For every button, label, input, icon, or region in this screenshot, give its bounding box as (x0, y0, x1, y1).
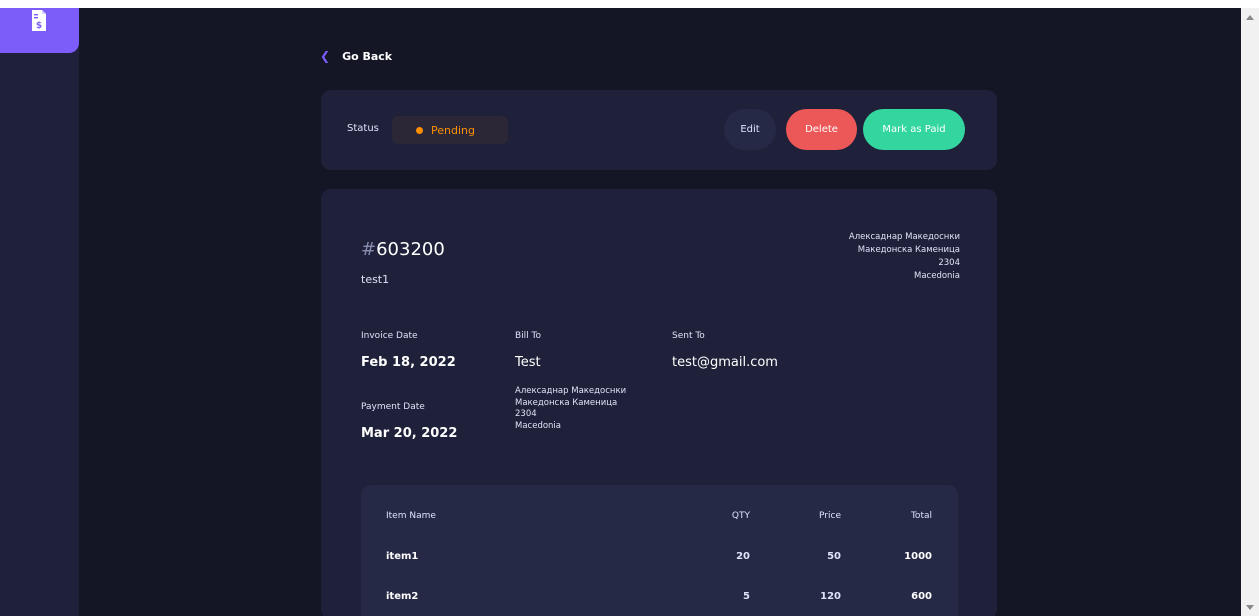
status-label: Status (347, 123, 379, 134)
item-total: 1000 (904, 551, 932, 562)
client-address: Алексаднар Македоснки Македонска Камениц… (515, 386, 675, 432)
client-address-street: Македонска Каменица (515, 397, 618, 408)
invoice-date-label: Invoice Date (361, 331, 418, 341)
go-back-link[interactable]: ❮ Go Back (320, 47, 392, 65)
sender-address: Алексаднар Македоснки Македонска Камениц… (780, 231, 960, 283)
delete-button[interactable]: Delete (786, 109, 857, 150)
invoice-dollar-icon: $ (32, 10, 46, 31)
item-qty: 20 (736, 551, 750, 562)
svg-text:$: $ (36, 21, 42, 31)
status-dot-icon (416, 126, 423, 134)
invoice-details: #603200 test1 Алексаднар Македоснки Маке… (321, 189, 997, 616)
payment-date-label: Payment Date (361, 402, 425, 412)
invoice-description: test1 (361, 273, 390, 286)
bill-to-name: Test (515, 355, 541, 370)
status-badge: Pending (392, 116, 508, 144)
sidebar: $ (0, 8, 79, 616)
invoice-id: #603200 (361, 239, 445, 260)
sent-to-label: Sent To (672, 331, 705, 341)
scroll-up-arrow-icon[interactable] (1246, 15, 1254, 20)
header-item-name: Item Name (386, 511, 436, 521)
browser-top-strip (0, 0, 1259, 8)
item-qty: 5 (743, 591, 750, 602)
sender-address-country: Macedonia (914, 271, 960, 281)
scrollbar-thumb[interactable] (1245, 30, 1255, 590)
table-row: item1 20 50 1000 (386, 551, 932, 567)
invoice-date-value: Feb 18, 2022 (361, 355, 456, 370)
header-price: Price (819, 511, 841, 521)
client-address-name: Алексаднар Македоснки (515, 386, 627, 396)
items-table: Item Name QTY Price Total item1 20 50 10… (361, 485, 958, 616)
sender-address-name: Алексаднар Македоснки (848, 232, 960, 242)
invoice-id-hash: # (361, 239, 377, 260)
status-value: Pending (431, 123, 475, 137)
app-logo[interactable]: $ (0, 8, 79, 53)
sender-address-postcode: 2304 (938, 258, 960, 268)
item-name: item1 (386, 551, 419, 562)
table-row: item2 5 120 600 (386, 591, 932, 607)
header-total: Total (910, 511, 932, 521)
page-scrollbar[interactable] (1241, 8, 1259, 616)
mark-as-paid-button[interactable]: Mark as Paid (863, 109, 965, 150)
invoice-id-number: 603200 (376, 239, 445, 260)
payment-date-value: Mar 20, 2022 (361, 426, 458, 441)
item-name: item2 (386, 591, 419, 602)
client-address-postcode: 2304 (515, 409, 537, 419)
status-bar: Status Pending Edit Delete Mark as Paid (321, 90, 997, 170)
bill-to-label: Bill To (515, 331, 542, 341)
sent-to-email: test@gmail.com (672, 355, 778, 370)
item-price: 120 (820, 591, 841, 602)
go-back-label: Go Back (342, 49, 393, 63)
item-price: 50 (827, 551, 841, 562)
header-qty: QTY (731, 511, 750, 521)
edit-button[interactable]: Edit (724, 109, 776, 150)
sender-address-street: Македонска Каменица (857, 245, 960, 255)
item-total: 600 (911, 591, 932, 602)
scroll-down-arrow-icon[interactable] (1246, 605, 1254, 610)
client-address-country: Macedonia (515, 420, 561, 431)
items-table-header: Item Name QTY Price Total (386, 511, 932, 527)
chevron-left-icon: ❮ (320, 49, 331, 63)
